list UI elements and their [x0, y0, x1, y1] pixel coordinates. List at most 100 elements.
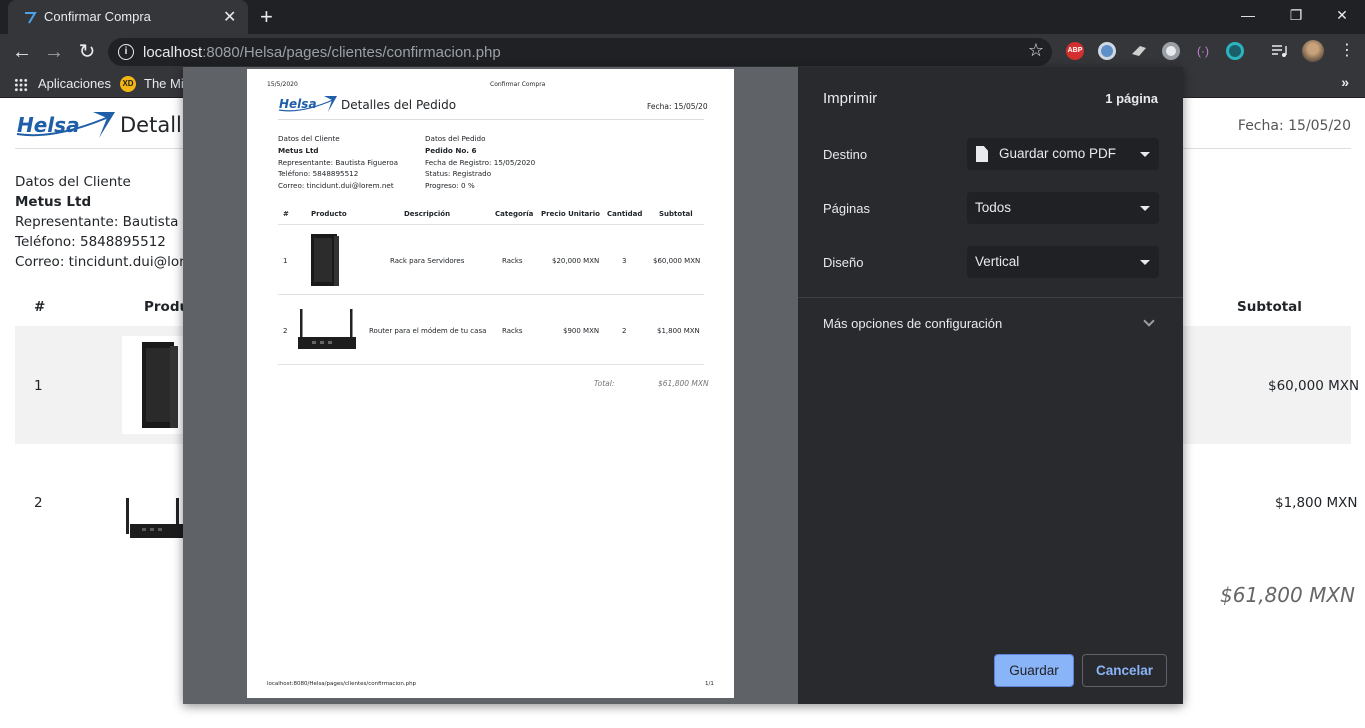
- layout-select[interactable]: Vertical: [967, 246, 1159, 278]
- new-tab-button[interactable]: +: [260, 4, 273, 30]
- extension-signal-icon[interactable]: (·): [1194, 42, 1212, 60]
- profile-avatar[interactable]: [1302, 40, 1324, 62]
- preview-header-rule: [278, 224, 704, 225]
- client-phone: Teléfono: 5848895512: [15, 234, 166, 250]
- save-button[interactable]: Guardar: [994, 654, 1074, 687]
- forward-button[interactable]: →: [41, 39, 67, 65]
- destination-select[interactable]: Guardar como PDF: [967, 138, 1159, 170]
- preview-router-image: [298, 309, 356, 349]
- site-favicon-icon: [25, 12, 37, 24]
- client-heading: Datos del Cliente: [15, 174, 131, 190]
- media-control-icon[interactable]: [1270, 42, 1288, 60]
- tab-confirmar-compra[interactable]: Confirmar Compra ✕: [8, 0, 248, 34]
- chevron-down-icon[interactable]: [1143, 315, 1155, 327]
- url-text[interactable]: localhost:8080/Helsa/pages/clientes/conf…: [143, 44, 501, 61]
- destination-value: Guardar como PDF: [999, 146, 1117, 161]
- tab-title: Confirmar Compra: [44, 9, 151, 24]
- bookmark-star-icon[interactable]: ☆: [1028, 40, 1044, 61]
- bookmarks-overflow-icon[interactable]: »: [1341, 74, 1349, 90]
- preview-col-product: Producto: [311, 210, 347, 218]
- column-header-subtotal: Subtotal: [1237, 299, 1302, 315]
- preview-order-status: Status: Registrado: [425, 169, 492, 179]
- preview-header-title: Confirmar Compra: [490, 81, 546, 88]
- router-product-image: [120, 490, 186, 550]
- preview-col-subtotal: Subtotal: [659, 210, 693, 218]
- column-header-num: #: [34, 299, 46, 315]
- back-button[interactable]: ←: [9, 39, 35, 65]
- preview-col-description: Descripción: [404, 210, 451, 218]
- cancel-button[interactable]: Cancelar: [1082, 654, 1167, 687]
- preview-client-heading: Datos del Cliente: [278, 134, 340, 143]
- preview-order-info: Datos del Pedido Pedido No. 6 Fecha de R…: [425, 133, 535, 192]
- dropdown-caret-icon: [1140, 260, 1150, 265]
- page-count: 1 página: [1105, 91, 1158, 106]
- preview-row-2-num: 2: [283, 327, 288, 335]
- preview-row-2-category: Racks: [502, 327, 523, 335]
- print-dialog: 15/5/2020 Confirmar Compra Helsa Detalle…: [183, 67, 1183, 704]
- xd-bookmark-icon[interactable]: XD: [120, 76, 136, 92]
- preview-header-date: 15/5/2020: [267, 81, 298, 88]
- extension-record-icon[interactable]: [1162, 42, 1180, 60]
- client-name: Metus Ltd: [15, 194, 92, 210]
- preview-client-email: Correo: tincidunt.dui@lorem.net: [278, 181, 394, 191]
- extension-circle-icon[interactable]: [1098, 42, 1116, 60]
- apps-grid-icon[interactable]: [14, 78, 28, 92]
- preview-row-rule: [278, 364, 704, 365]
- preview-row-rule: [278, 294, 704, 295]
- preview-total-label: Total:: [594, 379, 615, 388]
- pages-value: Todos: [975, 200, 1012, 215]
- preview-row-2-desc: Router para el módem de tu casa: [369, 327, 487, 335]
- preview-helsa-logo: Helsa: [278, 96, 337, 112]
- url-path: :8080/Helsa/pages/clientes/confirmacion.…: [202, 44, 501, 61]
- site-info-icon[interactable]: i: [118, 44, 134, 60]
- tab-strip: Confirmar Compra ✕ + — ❐ ✕: [0, 0, 1365, 34]
- adblock-extension-icon[interactable]: ABP: [1066, 42, 1084, 60]
- helsa-logo: Helsa: [16, 112, 115, 138]
- print-settings-panel: Imprimir 1 página Destino Guardar como P…: [798, 67, 1183, 704]
- preview-row-1-qty: 3: [622, 257, 627, 265]
- row-2-subtotal: $1,800 MXN: [1275, 495, 1358, 511]
- preview-row-1-category: Racks: [502, 257, 523, 265]
- extension-teal-icon[interactable]: [1226, 42, 1244, 60]
- preview-client-rep: Representante: Bautista Figueroa: [278, 157, 399, 167]
- close-window-button[interactable]: ✕: [1319, 4, 1365, 28]
- pages-label: Páginas: [823, 201, 870, 216]
- print-preview-page: 15/5/2020 Confirmar Compra Helsa Detalle…: [247, 69, 734, 698]
- url-host: localhost: [143, 44, 203, 61]
- destination-label: Destino: [823, 147, 868, 162]
- bookmark-aplicaciones[interactable]: Aplicaciones: [38, 76, 111, 91]
- logo-text: Helsa: [17, 113, 80, 137]
- preview-divider: [278, 119, 704, 120]
- preview-row-2-qty: 2: [622, 327, 627, 335]
- preview-title: Detalles del Pedido: [341, 98, 457, 112]
- preview-row-2-subtotal: $1,800 MXN: [657, 327, 700, 335]
- preview-order-progress: Progreso: 0 %: [425, 181, 475, 191]
- client-email: Correo: tincidunt.dui@lorem: [15, 254, 206, 270]
- address-bar[interactable]: i localhost:8080/Helsa/pages/clientes/co…: [108, 38, 1052, 66]
- more-settings-toggle[interactable]: Más opciones de configuración: [823, 316, 1002, 331]
- dropdown-caret-icon: [1140, 152, 1150, 157]
- restore-button[interactable]: ❐: [1273, 4, 1319, 28]
- print-title: Imprimir: [823, 90, 878, 107]
- preview-row-1-subtotal: $60,000 MXN: [653, 257, 701, 265]
- row-1-subtotal: $60,000 MXN: [1268, 378, 1360, 394]
- preview-footer-page: 1/1: [705, 681, 714, 687]
- client-representative: Representante: Bautista Figu: [15, 214, 211, 230]
- preview-footer-url: localhost:8080/Helsa/pages/clientes/conf…: [267, 681, 417, 687]
- settings-divider: [798, 297, 1183, 298]
- rack-product-image: [122, 336, 184, 434]
- client-info: Datos del Cliente Metus Ltd Representant…: [15, 172, 210, 272]
- pages-select[interactable]: Todos: [967, 192, 1159, 224]
- reload-button[interactable]: ↻: [74, 39, 100, 65]
- preview-col-category: Categoría: [495, 210, 534, 218]
- browser-menu-icon[interactable]: ⋮: [1338, 42, 1356, 60]
- tab-close-icon[interactable]: ✕: [223, 7, 236, 27]
- extension-tool-icon[interactable]: [1130, 42, 1148, 60]
- preview-order-heading: Datos del Pedido: [425, 134, 486, 143]
- row-1-num: 1: [34, 378, 43, 394]
- preview-client-name: Metus Ltd: [278, 145, 319, 155]
- preview-client-phone: Teléfono: 5848895512: [278, 169, 359, 179]
- preview-row-1-desc: Rack para Servidores: [390, 257, 465, 265]
- minimize-button[interactable]: —: [1225, 4, 1271, 28]
- preview-col-qty: Cantidad: [607, 210, 643, 218]
